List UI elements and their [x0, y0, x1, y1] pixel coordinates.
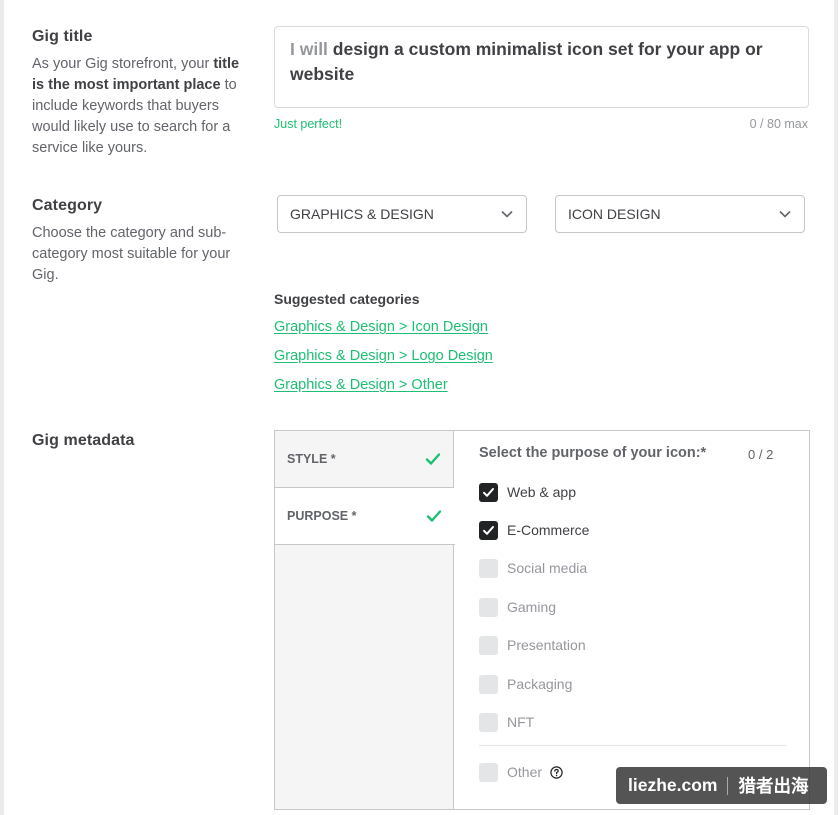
- checkbox-disabled[interactable]: [479, 635, 498, 655]
- category-description: Choose the category and sub-category mos…: [32, 225, 231, 283]
- chevron-down-icon: [778, 207, 792, 221]
- purpose-option-ecommerce[interactable]: E-Commerce: [479, 520, 589, 540]
- page-frame-left: [0, 0, 4, 815]
- checkbox-disabled[interactable]: [479, 762, 498, 782]
- purpose-option-nft[interactable]: NFT: [479, 712, 534, 732]
- option-label: NFT: [507, 714, 535, 730]
- watermark-brand: 猎者出海: [738, 776, 809, 796]
- checkbox-disabled[interactable]: [479, 674, 498, 694]
- checkbox-checked[interactable]: [479, 482, 498, 502]
- gig-title-label-column: Gig title As your Gig storefront, your t…: [32, 28, 247, 159]
- tab-purpose[interactable]: PURPOSE *: [275, 488, 455, 545]
- option-label: Social media: [507, 560, 588, 576]
- tab-style-label: STYLE *: [287, 452, 336, 466]
- gig-title-value: design a custom minimalist icon set for …: [290, 39, 763, 84]
- purpose-options-panel: Select the purpose of your icon:* 0 / 2 …: [455, 431, 809, 809]
- option-label: Packaging: [507, 676, 573, 692]
- purpose-option-other[interactable]: Other: [479, 762, 563, 782]
- suggested-categories-title: Suggested categories: [274, 291, 420, 307]
- category-heading: Category: [32, 197, 103, 214]
- gig-title-description: As your Gig storefront, your title is th…: [32, 54, 247, 159]
- gig-title-status: Just perfect!: [274, 117, 343, 131]
- checkmark-icon: [425, 507, 443, 525]
- options-divider: [479, 745, 786, 746]
- suggested-category-link[interactable]: Graphics & Design > Icon Design: [274, 319, 488, 335]
- watermark-separator: [727, 776, 729, 795]
- checkmark-icon: [424, 450, 442, 468]
- gig-title-prefix: I will: [290, 39, 328, 59]
- category-select-value: GRAPHICS & DESIGN: [290, 206, 434, 222]
- option-label: Presentation: [507, 637, 586, 653]
- page-frame-right: [834, 0, 838, 815]
- metadata-tab-list: STYLE * PURPOSE *: [275, 431, 455, 809]
- option-label: Web & app: [507, 484, 577, 500]
- purpose-question: Select the purpose of your icon:*: [479, 445, 707, 461]
- suggested-category-link[interactable]: Graphics & Design > Other: [274, 377, 448, 393]
- purpose-option-packaging[interactable]: Packaging: [479, 674, 572, 694]
- purpose-option-presentation[interactable]: Presentation: [479, 635, 586, 655]
- watermark-badge: liezhe.com 猎者出海: [616, 767, 827, 804]
- checkbox-disabled[interactable]: [479, 558, 498, 578]
- purpose-option-web-app[interactable]: Web & app: [479, 482, 576, 502]
- subcategory-select[interactable]: ICON DESIGN: [555, 195, 805, 233]
- metadata-label-column: Gig metadata: [32, 432, 247, 450]
- help-circle-icon[interactable]: [550, 765, 563, 779]
- watermark-site: liezhe.com: [628, 775, 718, 795]
- gig-title-heading: Gig title: [32, 28, 93, 45]
- gig-title-input[interactable]: I will design a custom minimalist icon s…: [274, 26, 809, 108]
- metadata-heading: Gig metadata: [32, 432, 135, 449]
- metadata-panel: STYLE * PURPOSE * Select the purpose of …: [274, 430, 810, 810]
- subcategory-select-value: ICON DESIGN: [568, 206, 661, 222]
- tab-purpose-label: PURPOSE *: [287, 509, 357, 523]
- category-select[interactable]: GRAPHICS & DESIGN: [277, 195, 527, 233]
- suggested-category-link[interactable]: Graphics & Design > Logo Design: [274, 348, 493, 364]
- gig-title-desc-part-1: As your Gig storefront, your: [32, 56, 214, 72]
- purpose-selection-count: 0 / 2: [748, 447, 774, 462]
- purpose-option-gaming[interactable]: Gaming: [479, 597, 556, 617]
- checkbox-disabled[interactable]: [479, 597, 498, 617]
- checkbox-checked[interactable]: [479, 520, 498, 540]
- option-label: Other: [507, 764, 543, 780]
- tab-style[interactable]: STYLE *: [275, 431, 454, 488]
- gig-title-counter: 0 / 80 max: [749, 117, 808, 131]
- purpose-option-social-media[interactable]: Social media: [479, 558, 587, 578]
- category-label-column: Category Choose the category and sub-cat…: [32, 197, 247, 286]
- option-label: Gaming: [507, 599, 557, 615]
- option-label: E-Commerce: [507, 522, 590, 538]
- chevron-down-icon: [500, 207, 514, 221]
- checkbox-disabled[interactable]: [479, 712, 498, 732]
